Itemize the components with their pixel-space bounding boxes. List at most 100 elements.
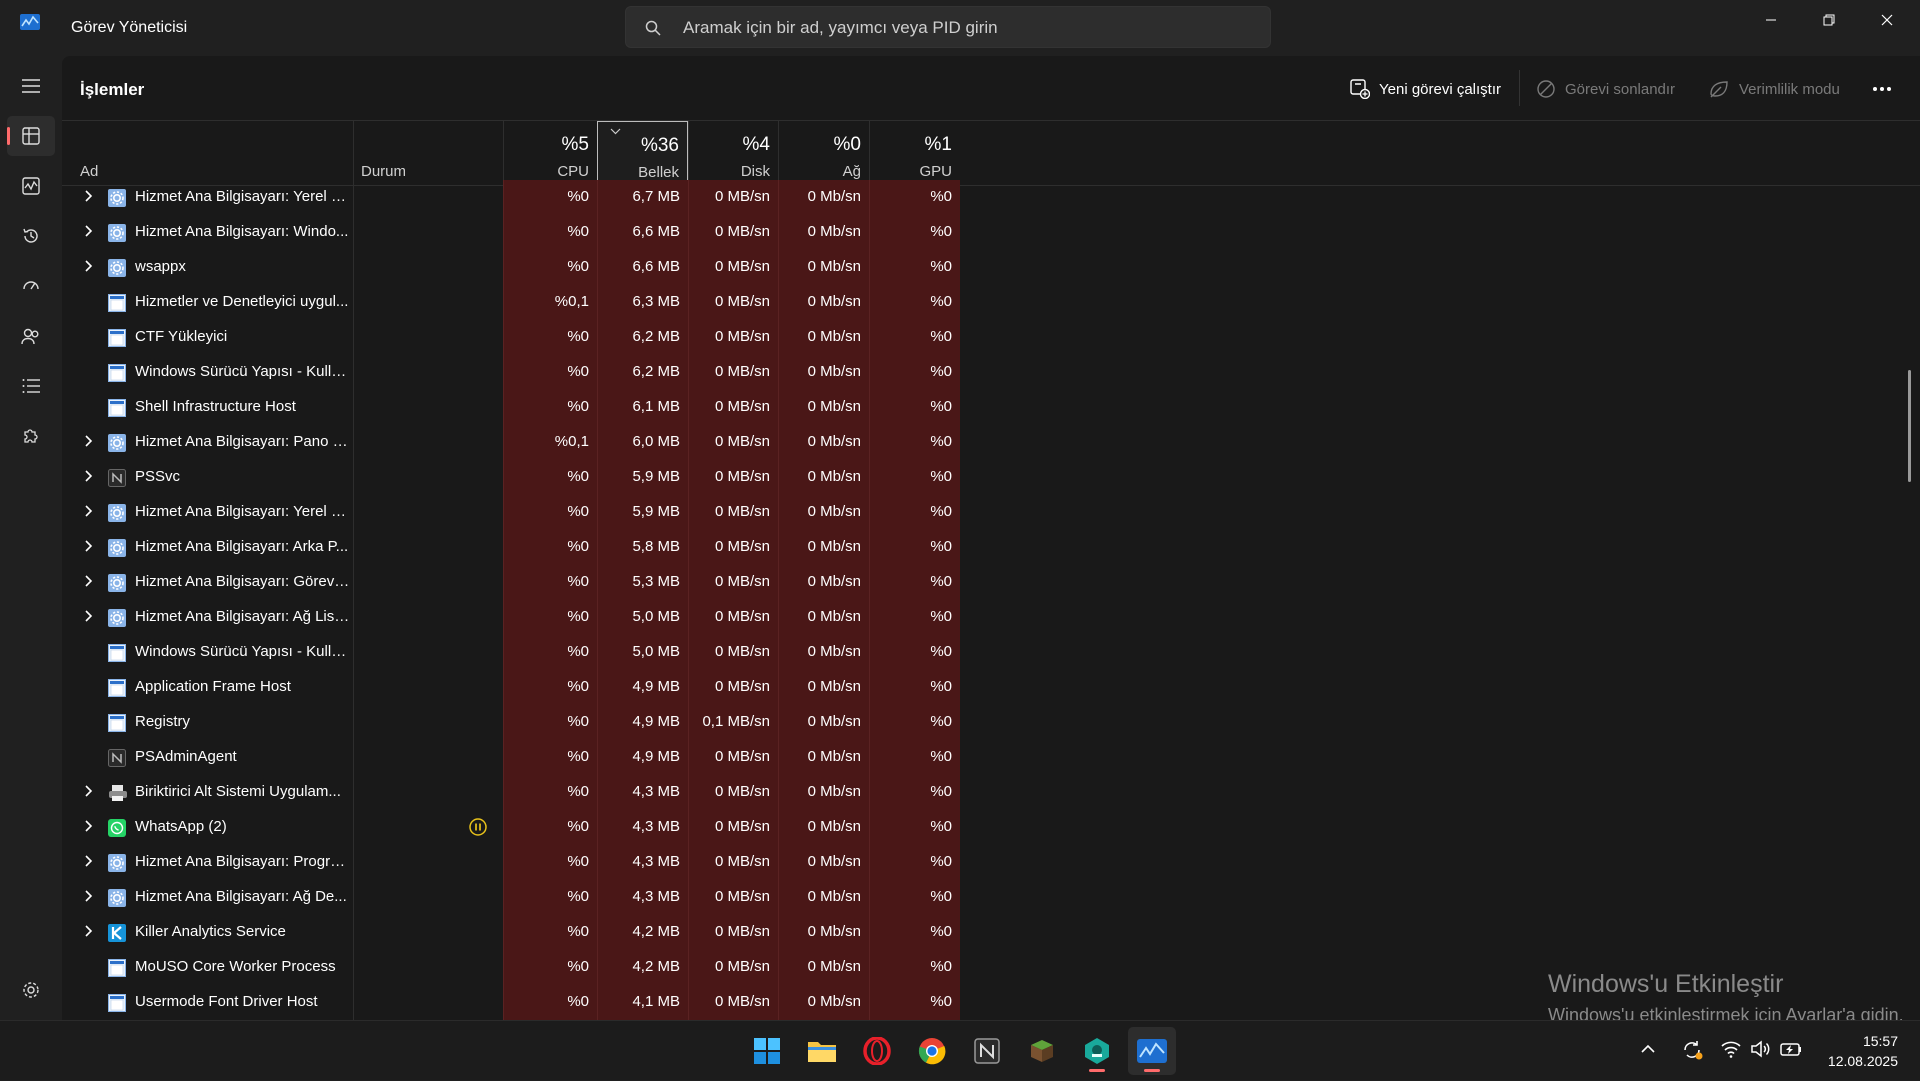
column-header-gpu[interactable]: %1 GPU [869,121,960,187]
search-box[interactable]: Aramak için bir ad, yayımcı veya PID gir… [625,6,1271,48]
column-header-disk[interactable]: %4 Disk [688,121,778,187]
expand-chevron-icon[interactable] [82,539,96,553]
memory-cell: 6,1 MB [597,390,688,425]
start-button[interactable] [743,1027,791,1075]
n-app-icon [108,469,126,487]
process-row[interactable]: Hizmet Ana Bilgisayarı: Görev ... %0 5,3 M… [62,565,1920,600]
process-row[interactable]: Hizmet Ana Bilgisayarı: Arka P... %0 5,8 M… [62,530,1920,565]
expand-chevron-icon[interactable] [82,609,96,623]
network-cell: 0 Mb/sn [778,215,869,250]
column-header-status[interactable]: Durum [361,163,406,180]
cpu-cell: %0 [503,915,597,950]
memory-cell: 6,7 MB [597,180,688,215]
column-divider [353,985,354,1020]
sync-tray-button[interactable] [1680,1038,1704,1067]
process-row[interactable]: Shell Infrastructure Host %0 6,1 MB 0 MB/sn… [62,390,1920,425]
network-total: %0 [833,134,861,155]
nav-services[interactable] [7,416,55,456]
expand-chevron-icon[interactable] [82,784,96,798]
process-row[interactable]: Biriktirici Alt Sistemi Uygulam... %0 4,3 … [62,775,1920,810]
process-row[interactable]: Hizmet Ana Bilgisayarı: Progra... %0 4,3 M… [62,845,1920,880]
cpu-cell: %0 [503,390,597,425]
minimize-button[interactable] [1742,0,1800,40]
restore-button[interactable] [1800,0,1858,40]
gpu-cell: %0 [869,495,960,530]
column-header-name[interactable]: Ad [80,163,98,180]
process-row[interactable]: WhatsApp (2) %0 4,3 MB 0 MB/sn 0 Mb/sn %0 [62,810,1920,845]
clock-date: 12.08.2025 [1827,1053,1898,1069]
column-divider [353,705,354,740]
expand-chevron-icon[interactable] [82,259,96,273]
efficiency-mode-button[interactable]: Verimlilik modu [1708,76,1840,102]
memory-cell: 5,9 MB [597,460,688,495]
taskbar-minecraft[interactable] [1018,1027,1066,1075]
expand-chevron-icon[interactable] [82,924,96,938]
more-options-button[interactable] [1872,76,1892,102]
hamburger-menu-button[interactable] [7,66,55,106]
process-row[interactable]: Windows Sürücü Yapısı - Kulla... %0 6,2 MB… [62,355,1920,390]
clock[interactable]: 15:57 12.08.2025 [1818,1031,1898,1071]
memory-cell: 4,3 MB [597,880,688,915]
nav-startup-apps[interactable] [7,266,55,306]
process-row[interactable]: Hizmet Ana Bilgisayarı: Pano K... %0,1 6,0… [62,425,1920,460]
nav-processes[interactable] [7,116,55,156]
gpu-cell: %0 [869,355,960,390]
process-row[interactable]: Hizmet Ana Bilgisayarı: Windo... %0 6,6 MB… [62,215,1920,250]
column-header-cpu[interactable]: %5 CPU [503,121,597,187]
cpu-cell: %0 [503,250,597,285]
expand-chevron-icon[interactable] [82,504,96,518]
network-cell: 0 Mb/sn [778,180,869,215]
process-row[interactable]: Killer Analytics Service %0 4,2 MB 0 MB/sn 0… [62,915,1920,950]
run-new-task-button[interactable]: Yeni görevi çalıştır [1350,76,1501,102]
memory-cell: 5,0 MB [597,600,688,635]
disk-label: Disk [740,163,770,180]
taskbar-teal-app[interactable] [1073,1027,1121,1075]
battery-button[interactable] [1780,1041,1802,1062]
expand-chevron-icon[interactable] [82,819,96,833]
column-header-network[interactable]: %0 Ağ [778,121,869,187]
process-row[interactable]: Application Frame Host %0 4,9 MB 0 MB/sn 0 M… [62,670,1920,705]
column-divider [353,460,354,495]
process-row[interactable]: Hizmetler ve Denetleyici uygul... %0,1 6,3… [62,285,1920,320]
vertical-scrollbar[interactable] [1908,370,1911,482]
process-row[interactable]: PSAdminAgent %0 4,9 MB 0 MB/sn 0 Mb/sn %0 [62,740,1920,775]
process-row[interactable]: Registry %0 4,9 MB 0,1 MB/sn 0 Mb/sn %0 [62,705,1920,740]
expand-chevron-icon[interactable] [82,889,96,903]
taskbar-notion[interactable] [963,1027,1011,1075]
column-divider [353,635,354,670]
nav-performance[interactable] [7,166,55,206]
expand-chevron-icon[interactable] [82,224,96,238]
taskbar-opera[interactable] [853,1027,901,1075]
process-row[interactable]: wsappx %0 6,6 MB 0 MB/sn 0 Mb/sn %0 [62,250,1920,285]
taskbar-file-explorer[interactable] [798,1027,846,1075]
show-hidden-icons-button[interactable] [1640,1041,1656,1059]
taskbar-chrome[interactable] [908,1027,956,1075]
expand-chevron-icon[interactable] [82,189,96,203]
expand-chevron-icon[interactable] [82,574,96,588]
killer-icon [108,924,126,942]
wifi-button[interactable] [1721,1040,1741,1063]
nav-app-history[interactable] [7,216,55,256]
process-row[interactable]: CTF Yükleyici %0 6,2 MB 0 MB/sn 0 Mb/sn %0 [62,320,1920,355]
process-row[interactable]: Windows Sürücü Yapısı - Kulla... %0 5,0 MB… [62,635,1920,670]
nav-details[interactable] [7,366,55,406]
volume-button[interactable] [1751,1040,1771,1063]
process-row[interactable]: Hizmet Ana Bilgisayarı: Ağ List... %0 5,0 … [62,600,1920,635]
close-button[interactable] [1858,0,1916,40]
nav-users[interactable] [7,316,55,356]
process-row[interactable]: PSSvc %0 5,9 MB 0 MB/sn 0 Mb/sn %0 [62,460,1920,495]
network-cell: 0 Mb/sn [778,635,869,670]
end-task-button[interactable]: Görevi sonlandır [1536,76,1675,102]
taskbar-task-manager[interactable] [1128,1027,1176,1075]
expand-chevron-icon[interactable] [82,469,96,483]
process-row[interactable]: Hizmet Ana Bilgisayarı: Yerel S... %0 5,9 … [62,495,1920,530]
process-row[interactable]: Hizmet Ana Bilgisayarı: Ağ De... %0 4,3 MB… [62,880,1920,915]
expand-chevron-icon[interactable] [82,434,96,448]
window-icon [108,679,126,697]
column-header-memory[interactable]: %36 Bellek [597,121,688,187]
expand-chevron-icon[interactable] [82,854,96,868]
search-input[interactable]: Aramak için bir ad, yayımcı veya PID gir… [683,18,998,38]
nav-settings[interactable] [7,970,55,1010]
process-row[interactable]: Hizmet Ana Bilgisayarı: Yerel S... %0 6,7 … [62,180,1920,215]
gpu-cell: %0 [869,670,960,705]
